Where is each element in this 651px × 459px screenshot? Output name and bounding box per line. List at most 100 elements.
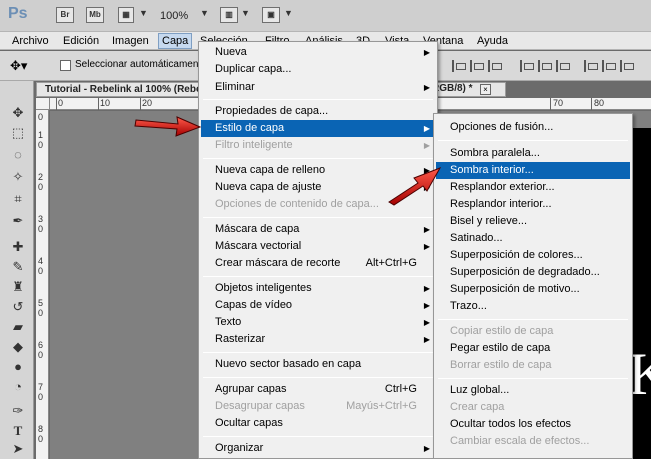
menu-item-filtro-inteligente[interactable]: Filtro inteligente ▶ <box>201 137 435 154</box>
ruler-number: 5 <box>38 298 44 308</box>
path-selection-tool-icon[interactable]: ➤ <box>9 441 27 457</box>
menu-item-bisel-y-relieve[interactable]: Bisel y relieve... <box>436 213 630 230</box>
brush-tool-icon[interactable]: ✎ <box>9 259 27 275</box>
menu-ayuda[interactable]: Ayuda <box>474 33 511 49</box>
menu-item-eliminar[interactable]: Eliminar ▶ <box>201 79 435 96</box>
menu-item-nuevo-sector[interactable]: Nuevo sector basado en capa <box>201 356 435 373</box>
history-brush-tool-icon[interactable]: ↺ <box>9 299 27 315</box>
bridge-button[interactable]: Br <box>56 7 74 23</box>
distribute-bottom-icon[interactable] <box>556 60 570 72</box>
menu-item-label: Eliminar <box>215 81 255 93</box>
menu-item-trazo[interactable]: Trazo... <box>436 298 630 315</box>
menu-item-crear-mascara-de-recorte[interactable]: Crear máscara de recorte Alt+Ctrl+G <box>201 255 435 272</box>
menu-item-label: Nueva <box>215 46 247 58</box>
eyedropper-tool-icon[interactable]: ✒ <box>9 213 27 229</box>
menu-imagen[interactable]: Imagen <box>109 33 152 49</box>
move-tool-icon[interactable]: ✥▾ <box>10 58 27 74</box>
menu-item-propiedades-de-capa[interactable]: Propiedades de capa... <box>201 103 435 120</box>
align-bottom-icon[interactable] <box>488 60 502 72</box>
distribute-center-icon[interactable] <box>602 60 616 72</box>
auto-select-checkbox[interactable] <box>60 60 71 71</box>
crop-tool-icon[interactable]: ⌗ <box>9 191 27 207</box>
menu-item-crear-capa[interactable]: Crear capa <box>436 399 630 416</box>
type-tool-icon[interactable]: T <box>9 423 27 439</box>
menu-item-label: Crear capa <box>450 401 505 413</box>
distribute-right-icon[interactable] <box>620 60 634 72</box>
menu-item-ocultar-capas[interactable]: Ocultar capas <box>201 415 435 432</box>
healing-brush-tool-icon[interactable]: ✚ <box>9 239 27 255</box>
arrange-documents-icon[interactable]: ▥ <box>220 7 238 23</box>
ruler-number: 0 <box>38 224 44 234</box>
menu-item-pegar-estilo[interactable]: Pegar estilo de capa <box>436 340 630 357</box>
ruler-number: 1 <box>38 130 44 140</box>
distribute-top-icon[interactable] <box>520 60 534 72</box>
clone-stamp-tool-icon[interactable]: ♜ <box>9 279 27 295</box>
menu-archivo[interactable]: Archivo <box>9 33 52 49</box>
view-extras-icon[interactable]: ▦ <box>118 7 134 23</box>
menu-item-superposicion-de-motivo[interactable]: Superposición de motivo... <box>436 281 630 298</box>
align-top-icon[interactable] <box>452 60 466 72</box>
move-tool-icon[interactable]: ✥ <box>9 105 27 121</box>
vertical-ruler[interactable]: 0 1 0 2 0 3 0 4 0 5 0 6 0 7 0 8 0 <box>36 110 49 459</box>
menu-item-desagrupar-capas[interactable]: Desagrupar capas Mayús+Ctrl+G <box>201 398 435 415</box>
paint-bucket-tool-icon[interactable]: ◆ <box>9 339 27 355</box>
menu-item-label: Organizar <box>215 442 264 454</box>
menu-item-label: Superposición de motivo... <box>450 283 580 295</box>
align-middle-icon[interactable] <box>470 60 484 72</box>
menu-item-mascara-de-capa[interactable]: Máscara de capa ▶ <box>201 221 435 238</box>
magic-wand-tool-icon[interactable]: ✧ <box>9 169 27 185</box>
menu-item-ocultar-efectos[interactable]: Ocultar todos los efectos <box>436 416 630 433</box>
menu-item-texto[interactable]: Texto ▶ <box>201 314 435 331</box>
arrange-chevron-icon[interactable]: ▼ <box>241 8 250 18</box>
mini-bridge-button[interactable]: Mb <box>86 7 104 23</box>
menu-item-resplandor-interior[interactable]: Resplandor interior... <box>436 196 630 213</box>
marquee-tool-icon[interactable]: ⬚ <box>9 125 27 141</box>
menu-item-label: Nueva capa de relleno <box>215 164 326 176</box>
ruler-number: 8 <box>38 424 44 434</box>
menu-item-satinado[interactable]: Satinado... <box>436 230 630 247</box>
menu-separator <box>203 377 433 378</box>
menu-item-luz-global[interactable]: Luz global... <box>436 382 630 399</box>
menu-item-organizar[interactable]: Organizar ▶ <box>201 440 435 457</box>
submenu-arrow-icon: ▶ <box>423 335 430 344</box>
menu-item-estilo-de-capa[interactable]: Estilo de capa ▶ <box>201 120 435 137</box>
screen-mode-chevron-icon[interactable]: ▼ <box>284 8 293 18</box>
menu-item-agrupar-capas[interactable]: Agrupar capas Ctrl+G <box>201 381 435 398</box>
menu-item-superposicion-de-degradado[interactable]: Superposición de degradado... <box>436 264 630 281</box>
menu-item-capas-de-video[interactable]: Capas de vídeo ▶ <box>201 297 435 314</box>
ruler-number: 0 <box>38 182 44 192</box>
menu-item-objetos-inteligentes[interactable]: Objetos inteligentes ▶ <box>201 280 435 297</box>
dodge-tool-icon[interactable]: ◔ <box>9 379 27 395</box>
chevron-down-icon[interactable]: ▼ <box>139 8 148 18</box>
menu-item-resplandor-exterior[interactable]: Resplandor exterior... <box>436 179 630 196</box>
distribute-middle-icon[interactable] <box>538 60 552 72</box>
eraser-tool-icon[interactable]: ▰ <box>9 319 27 335</box>
menu-item-opciones-de-fusion[interactable]: Opciones de fusión... <box>436 119 630 136</box>
blur-tool-icon[interactable]: ● <box>9 359 27 375</box>
distribute-left-icon[interactable] <box>584 60 598 72</box>
capa-dropdown-menu: Nueva ▶ Duplicar capa... Eliminar ▶ Propie… <box>198 41 438 459</box>
menu-item-nueva[interactable]: Nueva ▶ <box>201 44 435 61</box>
pen-tool-icon[interactable]: ✑ <box>9 403 27 419</box>
menu-edicion[interactable]: Edición <box>60 33 102 49</box>
menu-capa[interactable]: Capa <box>158 33 193 49</box>
menu-item-borrar-estilo[interactable]: Borrar estilo de capa <box>436 357 630 374</box>
menu-item-sombra-interior[interactable]: Sombra interior... <box>436 162 630 179</box>
menu-item-rasterizar[interactable]: Rasterizar ▶ <box>201 331 435 348</box>
menu-item-duplicar-capa[interactable]: Duplicar capa... <box>201 61 435 78</box>
menu-item-copiar-estilo[interactable]: Copiar estilo de capa <box>436 323 630 340</box>
lasso-tool-icon[interactable]: ◌ <box>9 147 27 163</box>
menu-item-mascara-vectorial[interactable]: Máscara vectorial ▶ <box>201 238 435 255</box>
menu-item-superposicion-de-colores[interactable]: Superposición de colores... <box>436 247 630 264</box>
menu-item-sombra-paralela[interactable]: Sombra paralela... <box>436 145 630 162</box>
zoom-level[interactable]: 100% <box>160 10 188 22</box>
menu-item-label: Nuevo sector basado en capa <box>215 358 362 370</box>
menu-item-label: Borrar estilo de capa <box>450 359 552 371</box>
ruler-number: 0 <box>38 112 44 122</box>
screen-mode-icon[interactable]: ▣ <box>262 7 280 23</box>
menu-item-cambiar-escala[interactable]: Cambiar escala de efectos... <box>436 433 630 450</box>
zoom-chevron-icon[interactable]: ▼ <box>200 8 209 18</box>
ruler-tick <box>98 98 99 110</box>
close-document-icon[interactable]: × <box>480 84 491 95</box>
ruler-number: 20 <box>142 98 153 108</box>
